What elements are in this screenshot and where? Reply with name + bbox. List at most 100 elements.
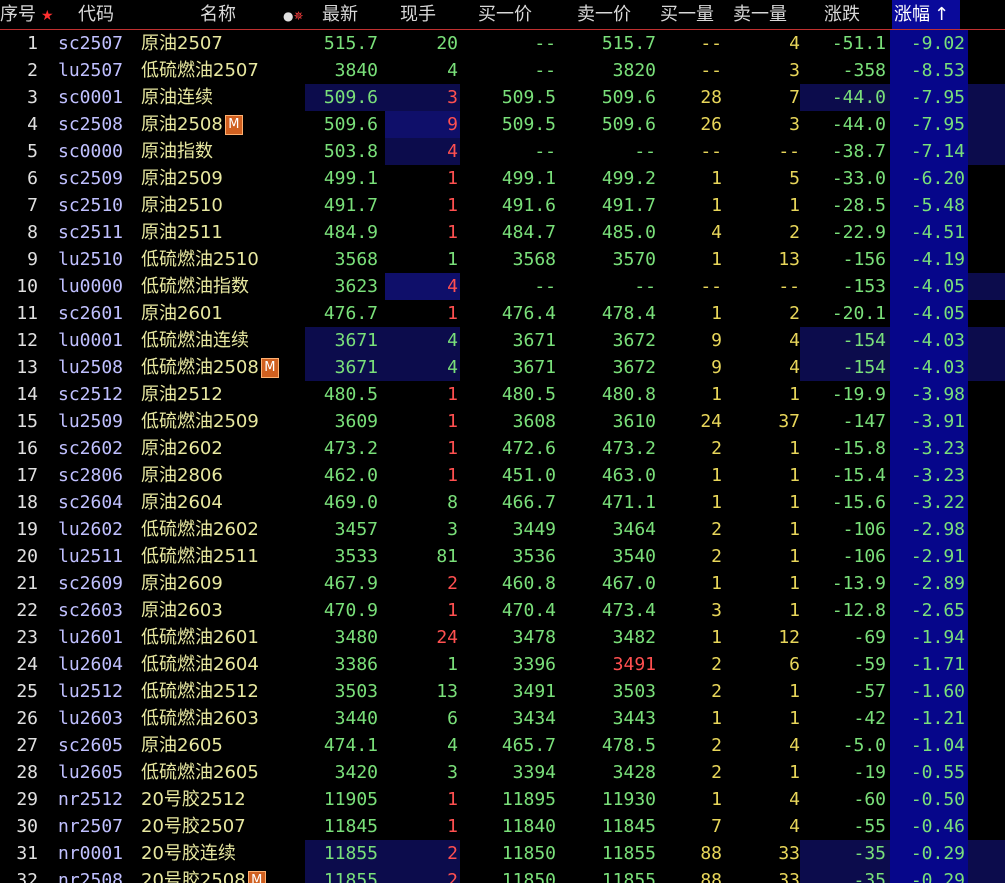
change: -154 xyxy=(842,357,886,378)
change-pct: -1.94 xyxy=(910,627,965,648)
table-row[interactable]: 4 sc2508 原油2508 M 509.6 9 509.5 509.6 26 3 -44.0 -7… xyxy=(0,111,1005,138)
col-header-ask[interactable]: 卖一价 xyxy=(577,0,647,29)
contract-name: 低硫燃油2512 xyxy=(141,678,291,705)
table-row[interactable]: 32 nr2508 20号胶2508 M 11855 2 11850 11855 88 33 -35… xyxy=(0,867,1005,883)
col-header-last[interactable]: 最新 xyxy=(322,0,382,29)
row-highlight xyxy=(968,111,1005,138)
ask-price: 478.4 xyxy=(601,303,656,324)
table-row[interactable]: 10 lu0000 低硫燃油指数 3623 4 -- -- -- -- -153 -4.05 xyxy=(0,273,1005,300)
volume: 4 xyxy=(447,141,458,162)
change: -22.9 xyxy=(831,222,886,243)
table-row[interactable]: 21 sc2609 原油2609 467.9 2 460.8 467.0 1 1 -13.9 -2.… xyxy=(0,570,1005,597)
bid-price: 509.5 xyxy=(501,114,556,135)
table-row[interactable]: 31 nr0001 20号胶连续 11855 2 11850 11855 88 33 -35 -0.… xyxy=(0,840,1005,867)
change: -35 xyxy=(853,870,886,883)
col-header-code[interactable]: 代码 xyxy=(78,0,138,29)
quote-grid[interactable]: 序号 ★ 代码 名称 ●✵ 最新 现手 买一价 卖一价 买一量 卖一量 涨跌 涨… xyxy=(0,0,1005,883)
col-header-bid-volume[interactable]: 买一量 xyxy=(660,0,730,29)
ask-price: 515.7 xyxy=(601,33,656,54)
bid-price: 509.5 xyxy=(501,87,556,108)
bid-price: 451.0 xyxy=(501,465,556,486)
last-price: 480.5 xyxy=(323,384,378,405)
col-header-ask-volume[interactable]: 卖一量 xyxy=(733,0,803,29)
row-highlight xyxy=(968,327,1005,354)
row-index: 31 xyxy=(16,843,38,864)
table-row[interactable]: 6 sc2509 原油2509 499.1 1 499.1 499.2 1 5 -33.0 -6.2… xyxy=(0,165,1005,192)
volume: 6 xyxy=(447,708,458,729)
table-row[interactable]: 9 lu2510 低硫燃油2510 3568 1 3568 3570 1 13 -156 -4.19 xyxy=(0,246,1005,273)
last-price: 3623 xyxy=(334,276,378,297)
ask-volume: 33 xyxy=(778,870,800,883)
col-header-change[interactable]: 涨跌 xyxy=(824,0,884,29)
ask-volume: -- xyxy=(778,141,800,162)
ask-volume: 1 xyxy=(789,492,800,513)
change-pct: -0.55 xyxy=(910,762,965,783)
col-header-volume[interactable]: 现手 xyxy=(400,0,460,29)
table-row[interactable]: 7 sc2510 原油2510 491.7 1 491.6 491.7 1 1 -28.5 -5.4… xyxy=(0,192,1005,219)
col-header-index[interactable]: 序号 xyxy=(0,0,40,29)
row-index: 11 xyxy=(16,303,38,324)
ask-volume: 4 xyxy=(789,330,800,351)
row-highlight xyxy=(968,84,1005,111)
ask-volume: 3 xyxy=(789,114,800,135)
col-header-bid[interactable]: 买一价 xyxy=(478,0,548,29)
bid-volume: 24 xyxy=(700,411,722,432)
volume: 3 xyxy=(447,762,458,783)
change-pct: -8.53 xyxy=(910,60,965,81)
table-row[interactable]: 22 sc2603 原油2603 470.9 1 470.4 473.4 3 1 -12.8 -2.… xyxy=(0,597,1005,624)
contract-name-text: 原油2509 xyxy=(141,168,223,189)
bid-volume: 2 xyxy=(711,546,722,567)
ask-volume: 12 xyxy=(778,627,800,648)
contract-code: sc2510 xyxy=(58,195,124,216)
contract-code: sc2512 xyxy=(58,384,124,405)
change-pct: -4.03 xyxy=(910,357,965,378)
row-index: 4 xyxy=(27,114,38,135)
table-row[interactable]: 17 sc2806 原油2806 462.0 1 451.0 463.0 1 1 -15.4 -3.… xyxy=(0,462,1005,489)
contract-name-text: 原油2605 xyxy=(141,735,223,756)
table-row[interactable]: 28 lu2605 低硫燃油2605 3420 3 3394 3428 2 1 -19 -0.55 xyxy=(0,759,1005,786)
table-row[interactable]: 15 lu2509 低硫燃油2509 3609 1 3608 3610 24 37 -147 -3.… xyxy=(0,408,1005,435)
star-icon[interactable]: ★ xyxy=(41,0,55,29)
table-row[interactable]: 8 sc2511 原油2511 484.9 1 484.7 485.0 4 2 -22.9 -4.5… xyxy=(0,219,1005,246)
col-header-name[interactable]: 名称 xyxy=(200,0,260,29)
bid-volume: 7 xyxy=(711,816,722,837)
table-row[interactable]: 5 sc0000 原油指数 503.8 4 -- -- -- -- -38.7 -7.14 xyxy=(0,138,1005,165)
table-row[interactable]: 18 sc2604 原油2604 469.0 8 466.7 471.1 1 1 -15.6 -3.… xyxy=(0,489,1005,516)
ask-volume: 37 xyxy=(778,411,800,432)
last-price: 484.9 xyxy=(323,222,378,243)
bid-volume: 1 xyxy=(711,195,722,216)
bid-price: 11840 xyxy=(501,816,556,837)
table-row[interactable]: 23 lu2601 低硫燃油2601 3480 24 3478 3482 1 12 -69 -1.9… xyxy=(0,624,1005,651)
table-row[interactable]: 29 nr2512 20号胶2512 11905 1 11895 11930 1 4 -60 -0.… xyxy=(0,786,1005,813)
table-row[interactable]: 24 lu2604 低硫燃油2604 3386 1 3396 3491 2 6 -59 -1.71 xyxy=(0,651,1005,678)
row-index: 7 xyxy=(27,195,38,216)
table-row[interactable]: 13 lu2508 低硫燃油2508 M 3671 4 3671 3672 9 4 -154 -4.0… xyxy=(0,354,1005,381)
last-price: 3457 xyxy=(334,519,378,540)
row-highlight xyxy=(968,840,1005,867)
ask-price: 11855 xyxy=(601,843,656,864)
table-row[interactable]: 3 sc0001 原油连续 509.6 3 509.5 509.6 28 7 -44.0 -7.95 xyxy=(0,84,1005,111)
table-row[interactable]: 1 sc2507 原油2507 515.7 20 -- 515.7 -- 4 -51.1 -9.02 xyxy=(0,30,1005,57)
contract-name: 20号胶2512 xyxy=(141,786,291,813)
table-row[interactable]: 11 sc2601 原油2601 476.7 1 476.4 478.4 1 2 -20.1 -4.… xyxy=(0,300,1005,327)
bid-price: 11895 xyxy=(501,789,556,810)
table-row[interactable]: 26 lu2603 低硫燃油2603 3440 6 3434 3443 1 1 -42 -1.21 xyxy=(0,705,1005,732)
table-row[interactable]: 14 sc2512 原油2512 480.5 1 480.5 480.8 1 1 -19.9 -3.… xyxy=(0,381,1005,408)
table-row[interactable]: 12 lu0001 低硫燃油连续 3671 4 3671 3672 9 4 -154 -4.03 xyxy=(0,327,1005,354)
bid-price: 465.7 xyxy=(501,735,556,756)
bid-price: 3478 xyxy=(512,627,556,648)
col-header-change-pct[interactable]: 涨幅 ↑ xyxy=(892,0,960,29)
table-row[interactable]: 25 lu2512 低硫燃油2512 3503 13 3491 3503 2 1 -57 -1.60 xyxy=(0,678,1005,705)
table-row[interactable]: 27 sc2605 原油2605 474.1 4 465.7 478.5 2 4 -5.0 -1.0… xyxy=(0,732,1005,759)
table-row[interactable]: 30 nr2507 20号胶2507 11845 1 11840 11845 7 4 -55 -0.… xyxy=(0,813,1005,840)
table-row[interactable]: 20 lu2511 低硫燃油2511 3533 81 3536 3540 2 1 -106 -2.9… xyxy=(0,543,1005,570)
ask-volume: 1 xyxy=(789,573,800,594)
table-row[interactable]: 16 sc2602 原油2602 473.2 1 472.6 473.2 2 1 -15.8 -3.… xyxy=(0,435,1005,462)
table-row[interactable]: 19 lu2602 低硫燃油2602 3457 3 3449 3464 2 1 -106 -2.98 xyxy=(0,516,1005,543)
volume: 1 xyxy=(447,303,458,324)
table-row[interactable]: 2 lu2507 低硫燃油2507 3840 4 -- 3820 -- 3 -358 -8.53 xyxy=(0,57,1005,84)
change-pct: -3.91 xyxy=(910,411,965,432)
change: -35 xyxy=(853,843,886,864)
volume: 3 xyxy=(447,519,458,540)
filter-icon[interactable]: ●✵ xyxy=(283,0,307,29)
